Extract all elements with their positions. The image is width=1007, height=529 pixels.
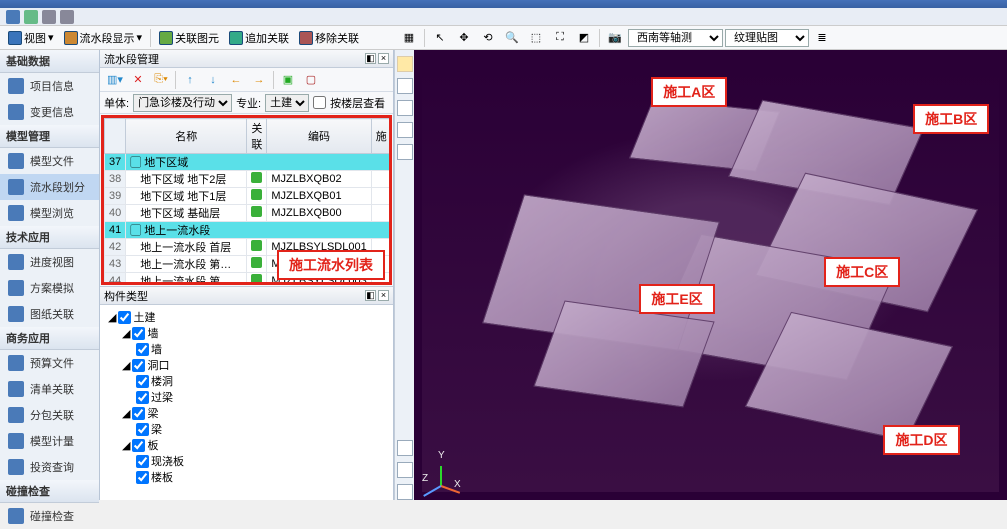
tree-header: 构件类型 ◧×	[100, 287, 393, 305]
flow-display[interactable]: 流水段显示▾	[60, 29, 147, 47]
nav-invest[interactable]: 投资查询	[0, 454, 99, 480]
mode7-icon[interactable]	[397, 462, 413, 478]
component-tree[interactable]: ◢ 土建 ◢ 墙 墙 ◢ 洞口 楼洞 过梁 ◢ 梁 梁 ◢ 板 现浇板 楼板	[100, 305, 393, 500]
camera-icon[interactable]: 📷	[604, 28, 626, 48]
pan-icon[interactable]: ✥	[453, 28, 475, 48]
pin-icon[interactable]: ◧	[365, 290, 376, 301]
orbit-icon[interactable]: ⟲	[477, 28, 499, 48]
nav-scheme[interactable]: 方案模拟	[0, 275, 99, 301]
link-icon	[251, 172, 262, 183]
remove-rel[interactable]: 移除关联	[295, 29, 363, 47]
pointer-icon[interactable]: ↖	[429, 28, 451, 48]
link-icon	[251, 274, 262, 282]
zoom-icon[interactable]: 🔍	[501, 28, 523, 48]
nav-group-model: 模型管理	[0, 125, 99, 148]
red-callout: 施工流水列表	[277, 250, 385, 280]
nav-list-rel[interactable]: 清单关联	[0, 376, 99, 402]
nav-budget[interactable]: 预算文件	[0, 350, 99, 376]
copy-icon[interactable]: ⎘▾	[150, 70, 172, 90]
zone-e: 施工E区	[639, 284, 714, 314]
mode6-icon[interactable]	[397, 440, 413, 456]
view-combo[interactable]: 西南等轴测	[628, 29, 723, 47]
zoom-fit-icon[interactable]: ⛶	[549, 28, 571, 48]
expand-icon[interactable]: ▣	[277, 70, 299, 90]
mode5-icon[interactable]	[397, 144, 413, 160]
body-select[interactable]: 门急诊楼及行动	[133, 94, 232, 112]
nav-subcon[interactable]: 分包关联	[0, 402, 99, 428]
floor-check[interactable]	[313, 96, 326, 109]
redo-icon[interactable]	[60, 10, 74, 24]
mode4-icon[interactable]	[397, 122, 413, 138]
nav-group-biz: 商务应用	[0, 327, 99, 350]
table-row[interactable]: 39地下区域 地下1层MJZLBXQB01	[105, 188, 390, 205]
left-nav: 基础数据 项目信息 变更信息 模型管理 模型文件 流水段划分 模型浏览 技术应用…	[0, 50, 100, 500]
new-icon[interactable]: ▥▾	[104, 70, 126, 90]
right-icon[interactable]: →	[248, 70, 270, 90]
viewport-3d[interactable]: 施工A区 施工B区 施工C区 施工D区 施工E区 Y X Z	[414, 50, 1007, 500]
undo-icon[interactable]	[42, 10, 56, 24]
body-label: 单体:	[104, 95, 129, 111]
close-icon[interactable]: ×	[378, 53, 389, 64]
spec-select[interactable]: 土建	[265, 94, 309, 112]
view-menu[interactable]: 视图▾	[4, 29, 58, 47]
zone-b: 施工B区	[913, 104, 989, 134]
delete-icon[interactable]: ✕	[127, 70, 149, 90]
zone-c: 施工C区	[824, 257, 900, 287]
link-icon	[251, 257, 262, 268]
table-row[interactable]: 40地下区域 基础层MJZLBXQB00	[105, 205, 390, 222]
mode1-icon[interactable]	[397, 56, 413, 72]
grid-icon[interactable]: ▦	[398, 28, 420, 48]
link-icon	[251, 240, 262, 251]
collapse-icon[interactable]: ▢	[300, 70, 322, 90]
spec-label: 专业:	[236, 95, 261, 111]
zone-d: 施工D区	[883, 425, 959, 455]
view-toolbar: ▦ ↖ ✥ ⟲ 🔍 ⬚ ⛶ ◩ 📷 西南等轴测 纹理贴图 ≣	[394, 26, 1007, 50]
table-row[interactable]: 38地下区域 地下2层MJZLBXQB02	[105, 171, 390, 188]
save-icon[interactable]	[24, 10, 38, 24]
render-combo[interactable]: 纹理贴图	[725, 29, 809, 47]
close-elem[interactable]: 关联图元	[155, 29, 223, 47]
flow-toolbar: ▥▾ ✕ ⎘▾ ↑ ↓ ← → ▣ ▢	[100, 68, 393, 92]
mode8-icon[interactable]	[397, 484, 413, 500]
add-rel[interactable]: 追加关联	[225, 29, 293, 47]
flow-table[interactable]: 名称 关联 编码 施 37▢ 地下区域38地下区域 地下2层MJZLBXQB02…	[104, 118, 389, 282]
layers-icon[interactable]: ≣	[811, 28, 833, 48]
link-icon	[251, 189, 262, 200]
nav-project-info[interactable]: 项目信息	[0, 73, 99, 99]
mode3-icon[interactable]	[397, 100, 413, 116]
floor-check-label: 按楼层查看	[330, 95, 385, 111]
app-icon	[6, 10, 20, 24]
section-icon[interactable]: ◩	[573, 28, 595, 48]
vertical-toolbar	[394, 50, 414, 500]
table-row[interactable]: 37▢ 地下区域	[105, 154, 390, 171]
nav-drawing[interactable]: 图纸关联	[0, 301, 99, 327]
nav-group-tech: 技术应用	[0, 226, 99, 249]
zoom-win-icon[interactable]: ⬚	[525, 28, 547, 48]
nav-progress[interactable]: 进度视图	[0, 249, 99, 275]
flow-panel-header: 流水段管理 ◧×	[100, 50, 393, 68]
nav-group-basic: 基础数据	[0, 50, 99, 73]
pin-icon[interactable]: ◧	[365, 53, 376, 64]
nav-model-file[interactable]: 模型文件	[0, 148, 99, 174]
down-icon[interactable]: ↓	[202, 70, 224, 90]
nav-model-browse[interactable]: 模型浏览	[0, 200, 99, 226]
mode2-icon[interactable]	[397, 78, 413, 94]
nav-flow-segment[interactable]: 流水段划分	[0, 174, 99, 200]
nav-clash[interactable]: 碰撞检查	[0, 503, 99, 529]
link-icon	[251, 206, 262, 217]
nav-measure[interactable]: 模型计量	[0, 428, 99, 454]
close-icon[interactable]: ×	[378, 290, 389, 301]
left-icon[interactable]: ←	[225, 70, 247, 90]
zone-a: 施工A区	[651, 77, 727, 107]
axis-gizmo: Y X Z	[424, 454, 460, 490]
table-row[interactable]: 41▢ 地上一流水段	[105, 222, 390, 239]
up-icon[interactable]: ↑	[179, 70, 201, 90]
nav-change-info[interactable]: 变更信息	[0, 99, 99, 125]
